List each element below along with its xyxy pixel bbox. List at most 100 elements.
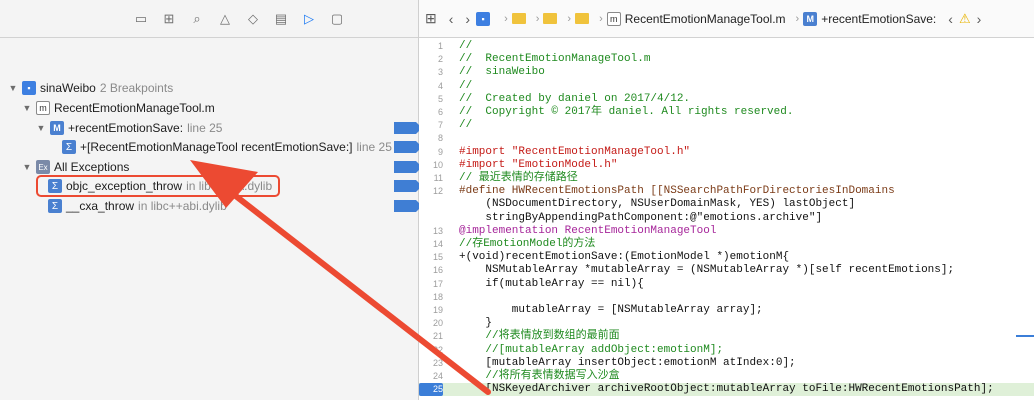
folder-icon[interactable]: ▭ xyxy=(130,8,152,30)
warning-icon[interactable]: △ xyxy=(214,8,236,30)
code-text: // xyxy=(459,119,473,132)
code-editor[interactable]: 1 // 2 // RecentEmotionManageTool.m 3 // sina… xyxy=(419,38,1034,400)
exceptions-row[interactable]: ▼ Ex All Exceptions xyxy=(22,157,422,177)
code-line[interactable]: 23 [mutableArray insertObject:emotionM a… xyxy=(419,357,1034,370)
frame-row-2[interactable]: Σ __cxa_throw in libc++abi.dylib xyxy=(48,196,422,216)
next-issue-icon[interactable]: › xyxy=(977,11,982,27)
debug-icon[interactable]: ▤ xyxy=(270,8,292,30)
source-control-icon[interactable]: ⊞ xyxy=(158,8,180,30)
line-number[interactable]: 8 xyxy=(419,132,443,145)
code-line[interactable]: 5 // Created by daniel on 2017/4/12. xyxy=(419,93,1034,106)
grid-icon[interactable]: ⊞ xyxy=(425,10,437,27)
line-number[interactable]: 25 xyxy=(419,383,443,397)
code-line[interactable]: 9 #import "RecentEmotionManageTool.h" xyxy=(419,146,1034,159)
line-number[interactable]: 22 xyxy=(419,344,443,357)
project-row[interactable]: ▼ ▪ sinaWeibo 2 Breakpoints xyxy=(8,78,418,98)
code-text: // 最近表情的存储路径 xyxy=(459,172,578,184)
test-icon[interactable]: ◇ xyxy=(242,8,264,30)
breakpoint-icon[interactable] xyxy=(394,122,422,134)
code-line[interactable]: 21 //将表情放到数组的最前面 xyxy=(419,330,1034,343)
method-row[interactable]: ▼ M +recentEmotionSave: line 25 xyxy=(36,118,422,138)
line-number[interactable]: 19 xyxy=(419,304,443,317)
source-editor-pane: ⊞ ‹ › ▪ › › › › m RecentEmotionManageToo… xyxy=(419,0,1034,400)
line-number[interactable]: 15 xyxy=(419,251,443,264)
code-line[interactable]: 24 //将所有表情数据写入沙盒 xyxy=(419,370,1034,383)
line-number[interactable]: 20 xyxy=(419,317,443,330)
code-text: // xyxy=(459,79,473,92)
navigator-toolbar: ▭ ⊞ ⌕ △ ◇ ▤ ▷ ▢ xyxy=(0,0,418,38)
folder-icon xyxy=(575,13,590,24)
line-number[interactable]: 16 xyxy=(419,264,443,277)
code-line[interactable]: 10 #import "EmotionModel.h" xyxy=(419,159,1034,172)
project-crumb[interactable]: ▪ xyxy=(476,11,494,26)
disclosure-icon[interactable]: ▼ xyxy=(22,162,32,172)
method-crumb[interactable]: M +recentEmotionSave: xyxy=(803,11,936,26)
line-number[interactable]: 11 xyxy=(419,172,443,185)
report-icon[interactable]: ▢ xyxy=(326,8,348,30)
line-number[interactable]: 3 xyxy=(419,66,443,79)
code-line[interactable]: 13 @implementation RecentEmotionManageToo… xyxy=(419,225,1034,238)
code-line[interactable]: 6 // Copyright © 2017年 daniel. All rights… xyxy=(419,106,1034,119)
forward-arrow-icon[interactable]: › xyxy=(465,11,470,27)
previous-issue-icon[interactable]: ‹ xyxy=(948,11,953,27)
line-number[interactable]: 2 xyxy=(419,53,443,66)
file-row[interactable]: ▼ m RecentEmotionManageTool.m xyxy=(22,98,418,118)
disclosure-icon[interactable]: ▼ xyxy=(22,103,32,113)
folder-crumb[interactable] xyxy=(543,13,558,24)
code-text: //[mutableArray addObject:emotionM]; xyxy=(459,343,724,356)
code-line[interactable]: 3 // sinaWeibo xyxy=(419,66,1034,79)
code-line[interactable]: 19 mutableArray = [NSMutableArray array]… xyxy=(419,304,1034,317)
folder-crumb[interactable] xyxy=(575,13,590,24)
line-number[interactable]: 4 xyxy=(419,80,443,93)
line-number[interactable]: 13 xyxy=(419,225,443,238)
method-breakpoint-row[interactable]: Σ +[RecentEmotionManageTool recentEmotio… xyxy=(62,137,422,157)
code-line[interactable]: 20 } xyxy=(419,317,1034,330)
code-line[interactable]: 17 if(mutableArray == nil){ xyxy=(419,278,1034,291)
code-text: // Copyright © 2017年 daniel. All rights … xyxy=(459,106,794,118)
code-line[interactable]: 15 +(void)recentEmotionSave:(EmotionModel… xyxy=(419,251,1034,264)
breakpoint-icon[interactable] xyxy=(394,161,422,173)
code-line[interactable]: 1 // xyxy=(419,40,1034,53)
chevron-right-icon: › xyxy=(795,12,800,25)
breakpoint-icon[interactable] xyxy=(394,180,422,192)
code-line[interactable]: 14 //存EmotionModel的方法 xyxy=(419,238,1034,251)
chevron-right-icon: › xyxy=(599,12,603,25)
line-number[interactable]: 14 xyxy=(419,238,443,251)
code-line[interactable]: 22 //[mutableArray addObject:emotionM]; xyxy=(419,344,1034,357)
code-line[interactable]: 2 // RecentEmotionManageTool.m xyxy=(419,53,1034,66)
code-line[interactable]: (NSDocumentDirectory, NSUserDomainMask, … xyxy=(419,198,1034,211)
line-number[interactable]: 10 xyxy=(419,159,443,172)
breakpoint-navigator-icon[interactable]: ▷ xyxy=(298,8,320,30)
folder-icon xyxy=(543,13,558,24)
search-icon[interactable]: ⌕ xyxy=(186,8,208,30)
code-line[interactable]: 16 NSMutableArray *mutableArray = (NSMut… xyxy=(419,264,1034,277)
code-line[interactable]: 4 // xyxy=(419,80,1034,93)
line-number[interactable]: 18 xyxy=(419,291,443,304)
warning-icon[interactable]: ⚠ xyxy=(959,11,971,27)
disclosure-icon[interactable]: ▼ xyxy=(36,123,46,133)
line-number[interactable]: 12 xyxy=(419,185,443,198)
code-line[interactable]: 18 xyxy=(419,291,1034,304)
line-number[interactable]: 7 xyxy=(419,119,443,132)
back-arrow-icon[interactable]: ‹ xyxy=(449,11,454,27)
breakpoint-icon[interactable] xyxy=(394,141,422,153)
code-line[interactable]: 11 // 最近表情的存储路径 xyxy=(419,172,1034,185)
line-number[interactable]: 9 xyxy=(419,146,443,159)
code-line[interactable]: stringByAppendingPathComponent:@"emotion… xyxy=(419,212,1034,225)
code-line[interactable]: 25 [NSKeyedArchiver archiveRootObject:mu… xyxy=(419,383,1034,397)
disclosure-icon[interactable]: ▼ xyxy=(8,83,18,93)
code-text: [NSKeyedArchiver archiveRootObject:mutab… xyxy=(459,383,994,396)
folder-crumb[interactable] xyxy=(511,13,526,24)
code-line[interactable]: 7 // xyxy=(419,119,1034,132)
line-number[interactable]: 21 xyxy=(419,330,443,343)
file-crumb[interactable]: m RecentEmotionManageTool.m xyxy=(606,11,786,26)
line-number[interactable]: 6 xyxy=(419,106,443,119)
line-number[interactable]: 5 xyxy=(419,93,443,106)
line-number[interactable]: 23 xyxy=(419,357,443,370)
breakpoint-icon[interactable] xyxy=(394,200,422,212)
code-line[interactable]: 12 #define HWRecentEmotionsPath [[NSSearc… xyxy=(419,185,1034,198)
line-number[interactable]: 1 xyxy=(419,40,443,53)
line-number[interactable]: 17 xyxy=(419,278,443,291)
code-line[interactable]: 8 xyxy=(419,132,1034,145)
line-number[interactable]: 24 xyxy=(419,370,443,383)
